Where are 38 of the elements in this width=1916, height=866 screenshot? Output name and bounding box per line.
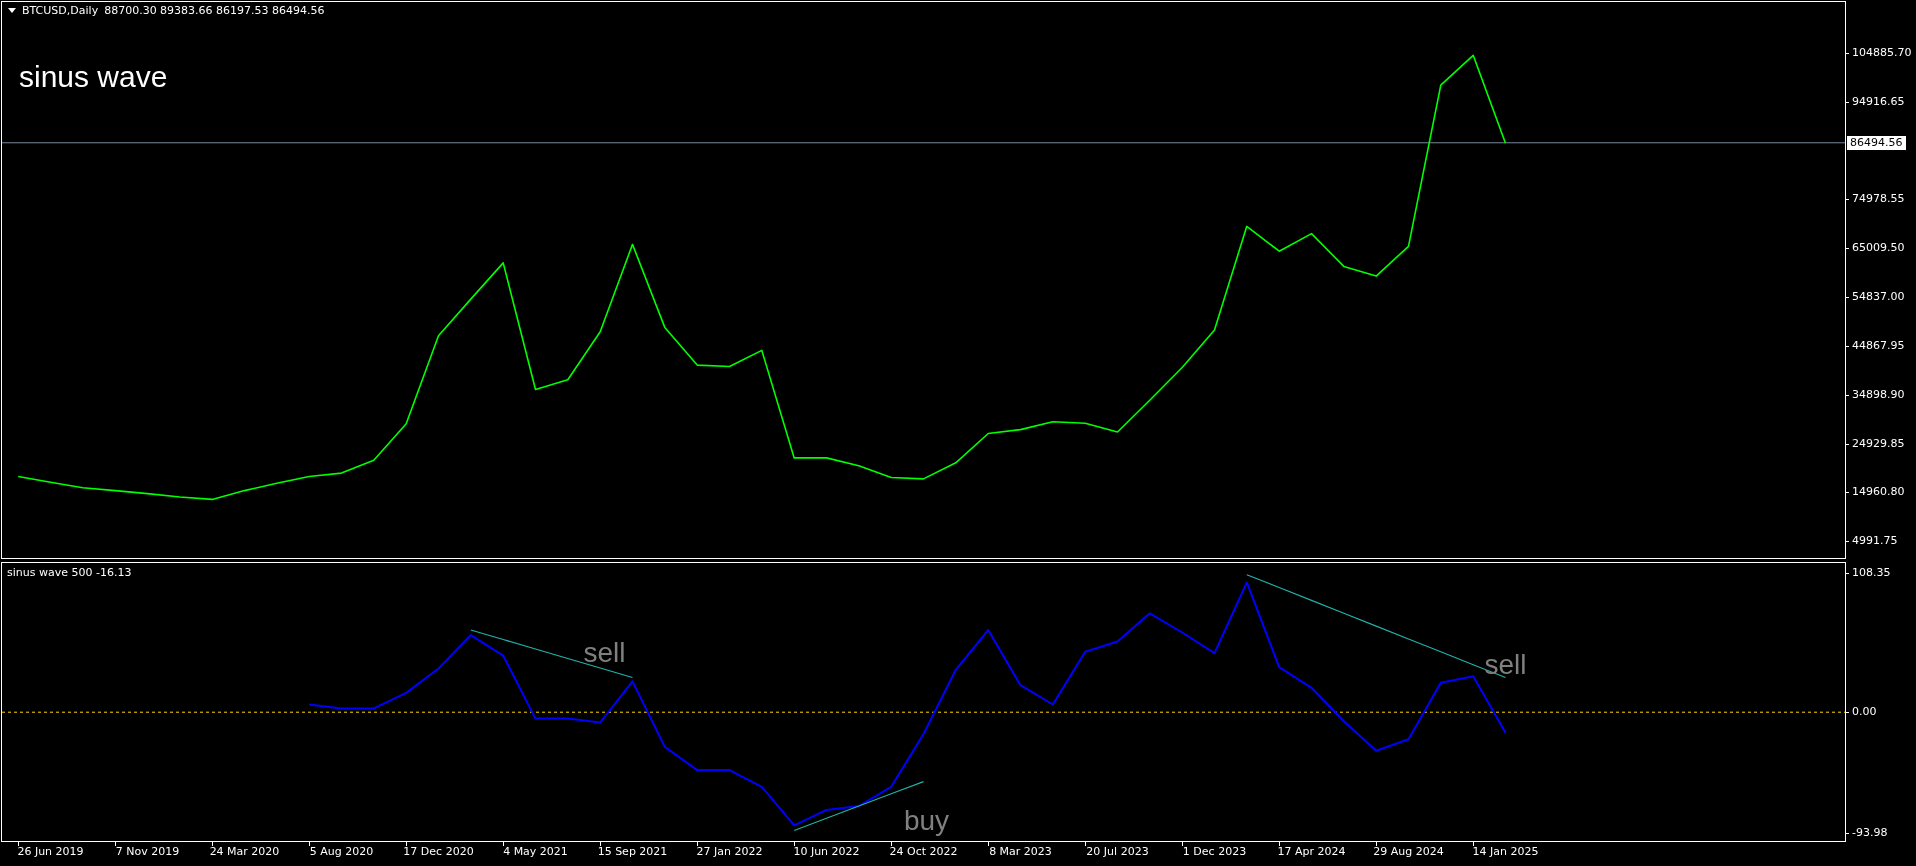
price-tick-label: 14960.80 xyxy=(1852,485,1905,500)
caret-icon[interactable] xyxy=(8,8,16,13)
price-tick-label: 44867.95 xyxy=(1852,339,1905,354)
current-price-label: 86494.56 xyxy=(1847,135,1906,150)
date-tick-label: 14 Jan 2025 xyxy=(1472,845,1539,858)
wave-tick-label: 108.35 xyxy=(1852,565,1891,580)
date-tick-label: 17 Dec 2020 xyxy=(403,845,474,858)
date-tick-label: 29 Aug 2024 xyxy=(1373,845,1444,858)
date-tick-label: 17 Apr 2024 xyxy=(1277,845,1346,858)
date-tick-label: 7 Nov 2019 xyxy=(115,845,180,858)
date-tick-label: 24 Mar 2020 xyxy=(209,845,280,858)
signal-label: buy xyxy=(903,804,950,836)
date-tick-label: 15 Sep 2021 xyxy=(597,845,668,858)
date-tick-label: 4 May 2021 xyxy=(503,845,568,858)
date-tick-label: 5 Aug 2020 xyxy=(309,845,374,858)
price-tick-label: 54837.00 xyxy=(1852,290,1905,305)
price-tick-label: 24929.85 xyxy=(1852,436,1905,451)
price-tick-label: 65009.50 xyxy=(1852,240,1905,255)
date-tick-label: 10 Jun 2022 xyxy=(793,845,860,858)
wave-tick-label: 0.00 xyxy=(1852,705,1877,720)
date-tick-label: 26 Jun 2019 xyxy=(17,845,84,858)
price-tick-label: 104885.70 xyxy=(1852,45,1912,60)
date-tick-label: 27 Jan 2022 xyxy=(696,845,763,858)
signal-label: sell xyxy=(1484,648,1527,680)
indicator-title: sinus wave 500 -16.13 xyxy=(7,566,132,579)
signal-label: sell xyxy=(583,636,626,668)
date-tick-label: 1 Dec 2023 xyxy=(1182,845,1247,858)
price-tick-label: 74978.55 xyxy=(1852,192,1905,207)
ohlc-values: 88700.30 89383.66 86197.53 86494.56 xyxy=(104,4,325,17)
date-tick-label: 24 Oct 2022 xyxy=(889,845,958,858)
symbol-label: BTCUSD,Daily xyxy=(22,4,99,17)
date-tick-label: 20 Jul 2023 xyxy=(1086,845,1149,858)
price-tick-label: 34898.90 xyxy=(1852,387,1905,402)
wave-tick-label: -93.98 xyxy=(1852,826,1888,840)
price-tick-label: 4991.75 xyxy=(1852,534,1898,548)
price-tick-label: 94916.65 xyxy=(1852,94,1905,109)
chart-label: sinus wave xyxy=(19,60,168,94)
date-tick-label: 8 Mar 2023 xyxy=(989,845,1052,858)
